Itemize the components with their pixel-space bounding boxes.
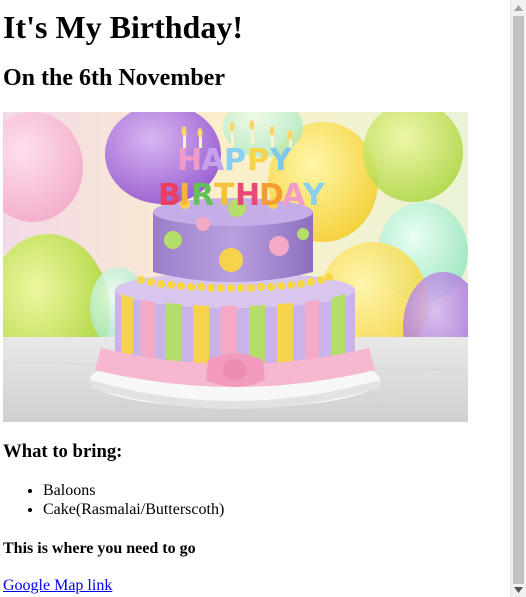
cake-letter-p: P [224,143,246,178]
google-map-link[interactable]: Google Map link [3,576,112,596]
what-to-bring-heading: What to bring: [3,441,123,462]
cake-letter-i: I [179,178,190,213]
page-title: It's My Birthday! [3,9,243,45]
page-content: It's My Birthday! On the 6th November H … [0,0,510,597]
bring-list: Baloons Cake(Rasmalai/Butterscoth) [3,481,224,519]
cake-letter-h2: H [235,178,260,213]
cake-letter-b: B [158,178,181,213]
cake-letter-y2: Y [302,178,326,213]
list-item: Cake(Rasmalai/Butterscoth) [43,500,224,519]
list-item: Baloons [43,481,224,500]
scrollbar-thumb[interactable] [513,16,524,584]
page-subtitle: On the 6th November [3,65,225,91]
cake-letter-d: D [259,178,284,213]
cake-letter-y: Y [269,143,293,178]
cake-letter-h: H [177,143,202,178]
cake-letter-a: A [201,143,225,178]
scroll-up-arrow-icon[interactable] [511,0,526,15]
cake-letter-p2: P [247,143,269,178]
vertical-scrollbar[interactable] [510,0,526,597]
cake-letter-r: R [191,178,214,213]
directions-heading: This is where you need to go [3,540,196,557]
birthday-cake-image: H A P P Y B I R T H D A Y [3,112,468,422]
cake-letter-t: T [214,178,235,213]
scroll-down-arrow-icon[interactable] [511,582,526,597]
